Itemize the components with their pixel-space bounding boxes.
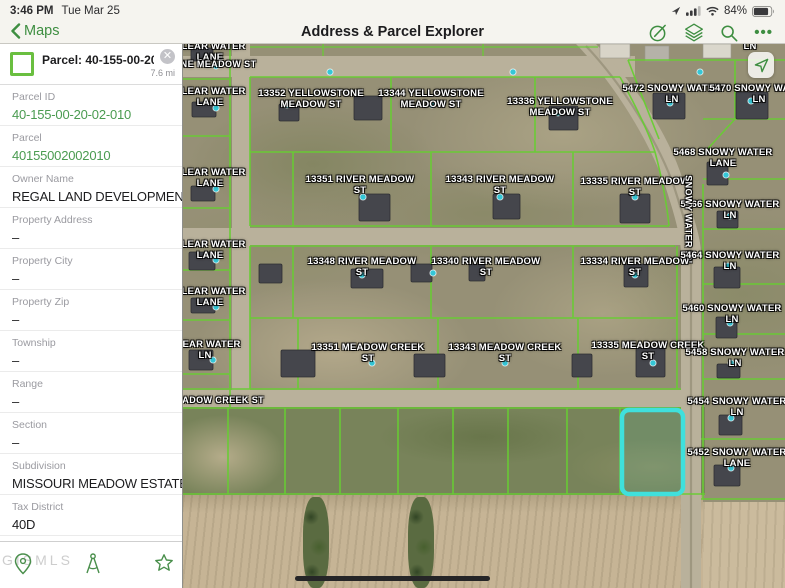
field-value: –	[12, 271, 170, 286]
field-property-city: Property City –	[0, 249, 182, 290]
field-property-zip: Property Zip –	[0, 290, 182, 331]
field-parcel: Parcel 40155002002010	[0, 126, 182, 167]
cellular-signal-icon	[686, 6, 701, 16]
field-subdivision: Subdivision MISSOURI MEADOW ESTATES	[0, 454, 182, 495]
layers-icon[interactable]	[684, 23, 704, 42]
favorite-star-icon[interactable]	[154, 553, 174, 573]
field-label: Range	[12, 378, 170, 390]
field-parcel-id: Parcel ID 40-155-00-20-02-010	[0, 85, 182, 126]
navigation-arrow-icon	[754, 58, 769, 73]
panel-toolbar: GISMLS	[0, 541, 182, 588]
roads-layer	[183, 44, 701, 588]
field-property-address: Property Address –	[0, 208, 182, 249]
status-date: Tue Mar 25	[61, 5, 119, 17]
field-township: Township –	[0, 331, 182, 372]
draw-tool-icon[interactable]	[649, 23, 668, 42]
close-icon[interactable]: ✕	[160, 49, 175, 64]
map-pin-icon[interactable]	[14, 553, 32, 575]
battery-icon	[752, 6, 775, 17]
field-value: –	[12, 312, 170, 327]
locate-button[interactable]	[748, 52, 774, 78]
field-label: Property Zip	[12, 296, 170, 308]
location-services-icon	[671, 6, 681, 16]
field-label: Property City	[12, 255, 170, 267]
parcel-info-panel: Parcel: 40-155-00-20-0… ✕ 7.6 mi Parcel …	[0, 44, 183, 588]
map-canvas[interactable]: CLEAR WATER LANELNTONE MEADOW STCLEAR WA…	[183, 44, 785, 588]
measure-compass-icon[interactable]	[84, 553, 102, 575]
map-overlay	[183, 44, 785, 588]
parcel-fields: Parcel ID 40-155-00-20-02-010 Parcel 401550…	[0, 85, 182, 541]
field-value: REGAL LAND DEVELOPMENT ND LLC	[12, 189, 170, 204]
field-owner-name: Owner Name REGAL LAND DEVELOPMENT ND LLC	[0, 167, 182, 208]
field-label: Owner Name	[12, 173, 170, 185]
field-value: –	[12, 435, 170, 450]
field-value: –	[12, 353, 170, 368]
field-range: Range –	[0, 372, 182, 413]
wifi-icon	[706, 6, 719, 16]
field-label: Parcel	[12, 132, 170, 144]
field-label: Parcel ID	[12, 91, 170, 103]
panel-header: Parcel: 40-155-00-20-0… ✕ 7.6 mi	[0, 44, 182, 85]
field-label: Subdivision	[12, 460, 170, 472]
address-parcel-explorer-app: 3:46 PM Tue Mar 25 84% M	[0, 0, 785, 588]
watermark: GISMLS	[2, 552, 73, 568]
search-icon[interactable]	[720, 24, 738, 42]
home-indicator[interactable]	[295, 576, 490, 581]
clock: 3:46 PM	[10, 5, 53, 17]
field-label: Section	[12, 419, 170, 431]
field-label: Township	[12, 337, 170, 349]
status-bar: 3:46 PM Tue Mar 25 84%	[0, 0, 785, 22]
field-value: 40-155-00-20-02-010	[12, 107, 170, 122]
field-tax-district: Tax District 40D	[0, 495, 182, 536]
panel-title: Parcel: 40-155-00-20-0…	[42, 53, 154, 67]
field-label: Tax District	[12, 501, 170, 513]
battery-percent: 84%	[724, 5, 747, 17]
distance-label: 7.6 mi	[150, 68, 175, 78]
field-value: MISSOURI MEADOW ESTATES	[12, 476, 170, 491]
selected-parcel-highlight[interactable]	[622, 410, 683, 494]
more-options-icon[interactable]: •••	[754, 28, 773, 38]
field-value: –	[12, 394, 170, 409]
parcel-color-swatch	[10, 52, 34, 76]
nav-bar: Maps Address & Parcel Explorer •••	[0, 22, 785, 44]
field-value: –	[12, 230, 170, 245]
field-label: Property Address	[12, 214, 170, 226]
field-value: 40155002002010	[12, 148, 170, 163]
field-section: Section –	[0, 413, 182, 454]
field-value: 40D	[12, 517, 170, 532]
